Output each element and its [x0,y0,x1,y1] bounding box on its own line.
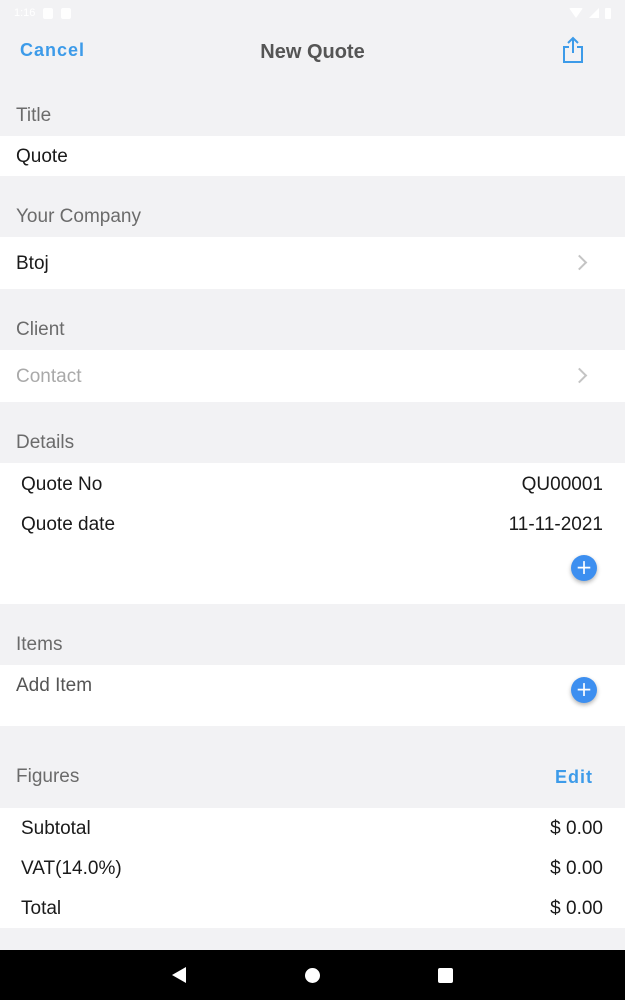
add-item-button[interactable]: + [571,677,597,703]
system-navigation-bar [0,950,625,1000]
sd-card-icon [61,7,72,19]
total-value: $ 0.00 [550,898,603,919]
title-field[interactable]: Quote [0,136,625,176]
quote-date-label: Quote date [21,514,116,535]
company-value: Btoj [16,253,49,274]
notification-icon [43,7,54,19]
title-section-header: Title [16,105,52,126]
vat-value: $ 0.00 [550,858,603,879]
company-section-header: Your Company [16,206,141,227]
items-section-header: Items [16,634,63,655]
quote-no-label: Quote No [21,474,103,495]
add-detail-button[interactable]: + [571,555,597,581]
wifi-icon [569,8,583,18]
vat-label: VAT(14.0%) [21,858,122,879]
client-row[interactable]: Contact [0,350,625,402]
edit-figures-button[interactable]: Edit [555,767,593,788]
add-item-label[interactable]: Add Item [16,675,92,697]
chevron-right-icon [571,367,588,384]
battery-icon [605,7,611,19]
navigation-bar: Cancel New Quote [0,26,625,78]
client-section-header: Client [16,319,65,340]
subtotal-label: Subtotal [21,818,91,839]
recent-apps-icon[interactable] [438,968,453,983]
page-title: New Quote [260,40,365,63]
back-icon[interactable] [172,967,186,983]
chevron-right-icon [571,254,588,271]
subtotal-value: $ 0.00 [550,818,603,839]
quote-no-value[interactable]: QU00001 [522,474,603,496]
status-bar: 1:16 [0,0,625,26]
company-row[interactable]: Btoj [0,237,625,289]
home-icon[interactable] [305,968,320,983]
signal-icon [589,8,599,18]
client-placeholder: Contact [16,366,82,387]
details-card: Quote No QU00001 Quote date 11-11-2021 + [0,463,625,604]
share-icon[interactable] [561,36,585,64]
items-card: Add Item + [0,665,625,726]
cancel-button[interactable]: Cancel [20,40,85,61]
quote-date-value[interactable]: 11-11-2021 [509,514,603,536]
figures-section-header: Figures [16,766,80,787]
details-section-header: Details [16,432,75,453]
status-time: 1:16 [14,7,36,19]
total-label: Total [21,898,62,919]
figures-card: Subtotal $ 0.00 VAT(14.0%) $ 0.00 Total … [0,808,625,928]
title-value: Quote [16,146,68,167]
status-left: 1:16 [14,7,72,19]
status-right [569,7,611,19]
